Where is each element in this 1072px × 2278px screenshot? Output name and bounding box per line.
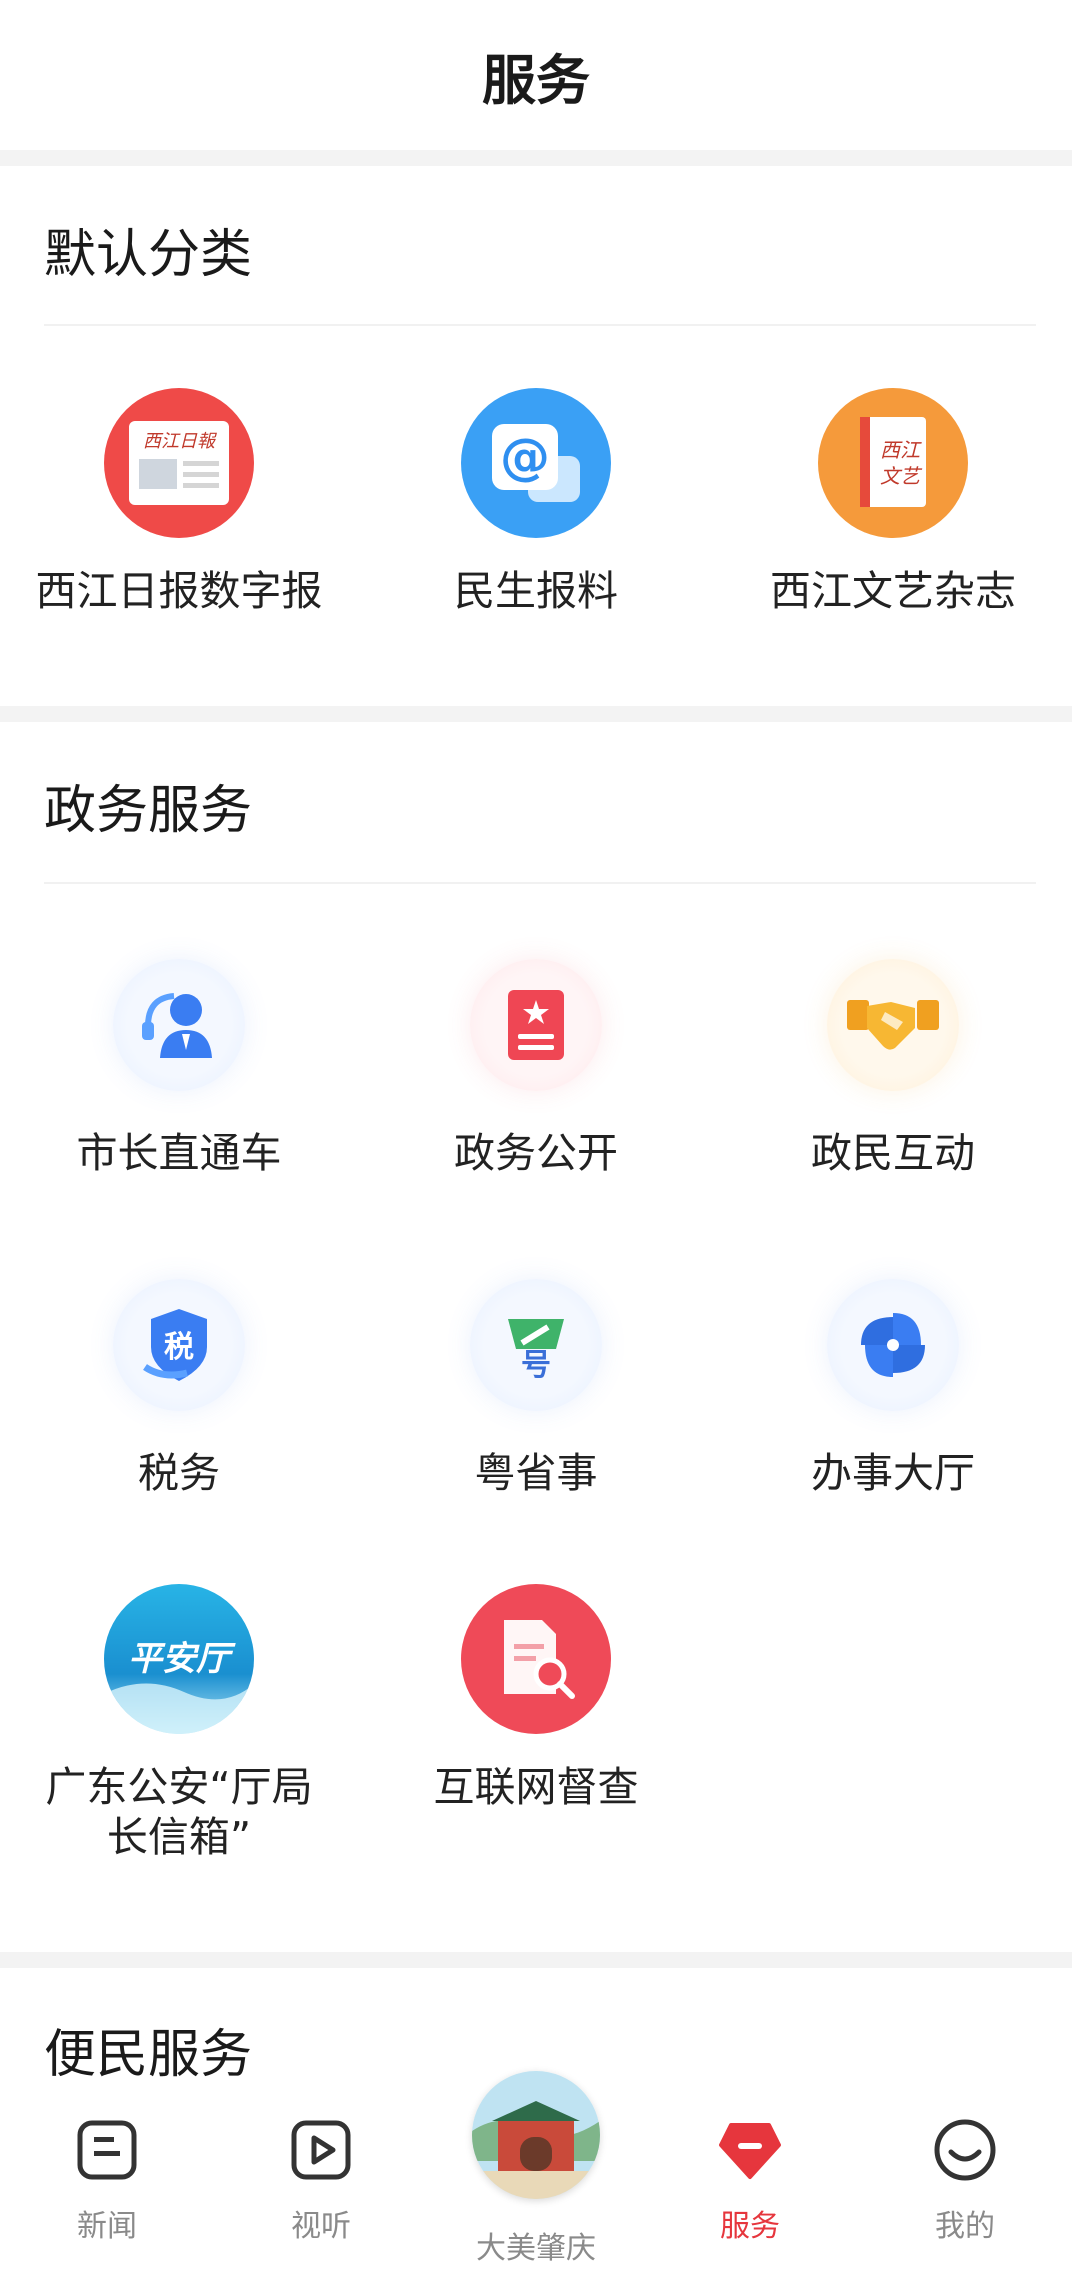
- service-label: 市长直通车: [76, 1129, 282, 1177]
- section-gap: [0, 706, 1072, 722]
- tax-shield-icon: 税: [104, 1270, 254, 1420]
- pingan-logo-text: 平安厅: [128, 1639, 236, 1679]
- svg-text:号: 号: [521, 1348, 551, 1381]
- service-service-hall[interactable]: 办事大厅: [714, 1270, 1072, 1498]
- service-gov-open[interactable]: 政务公开: [357, 950, 715, 1178]
- service-label: 办事大厅: [811, 1449, 975, 1497]
- tab-label: 大美肇庆: [476, 2231, 596, 2266]
- service-internet-supervision[interactable]: 互联网督查: [357, 1584, 715, 1812]
- magazine-logo-text: 西江: [880, 438, 922, 462]
- tab-label: 我的: [935, 2209, 995, 2244]
- newspaper-logo-text: 西江日報: [143, 431, 217, 452]
- newspaper-icon: 西江日報: [104, 388, 254, 538]
- service-minsheng-report[interactable]: @ 民生报料: [357, 388, 715, 616]
- document-star-icon: [461, 950, 611, 1100]
- tab-news[interactable]: 新闻: [0, 2085, 214, 2278]
- service-label: 西江文艺杂志: [770, 567, 1016, 615]
- service-mayor-hotline[interactable]: 市长直通车: [0, 950, 358, 1178]
- service-label: 粤省事: [474, 1449, 598, 1497]
- service-label: 互联网督查: [433, 1763, 639, 1811]
- section-title: 政务服务: [44, 781, 253, 841]
- tab-label: 视听: [291, 2209, 351, 2244]
- service-xijiang-magazine[interactable]: 西江 文艺 西江文艺杂志: [714, 388, 1072, 616]
- tab-mine[interactable]: 我的: [858, 2085, 1072, 2278]
- tab-label: 新闻: [77, 2209, 137, 2244]
- service-xijiang-daily[interactable]: 西江日報 西江日报数字报: [0, 388, 358, 616]
- tab-video[interactable]: 视听: [214, 2085, 428, 2278]
- pingan-hall-icon: 平安厅: [104, 1584, 254, 1734]
- section-gap: [0, 150, 1072, 166]
- tab-label: 服务: [720, 2209, 780, 2244]
- section-government-service: 政务服务 市长直通车 政务公开 政民互动 税 税务 号 粤省事 办事大厅 平安厅…: [0, 722, 1072, 1952]
- section-default-category: 默认分类 西江日報 西江日报数字报 @ 民生报料 西江 文艺 西江文艺杂志: [0, 166, 1072, 706]
- tab-service[interactable]: 服务: [643, 2085, 857, 2278]
- section-gap: [0, 1952, 1072, 1968]
- section-divider: [44, 324, 1036, 326]
- page-title: 服务: [482, 48, 590, 112]
- customer-service-icon: [104, 950, 254, 1100]
- service-label: 广东公安“厅局 长信箱”: [45, 1763, 313, 1861]
- pinwheel-icon: [818, 1270, 968, 1420]
- news-icon: [72, 2115, 142, 2185]
- service-label: 政务公开: [454, 1129, 618, 1177]
- at-mail-icon: @: [461, 388, 611, 538]
- section-convenience-service: 便民服务: [0, 1968, 1072, 2085]
- svg-text:文艺: 文艺: [880, 464, 923, 488]
- service-citizen-interaction[interactable]: 政民互动: [714, 950, 1072, 1178]
- section-title: 便民服务: [44, 2025, 253, 2085]
- service-tax[interactable]: 税 税务: [0, 1270, 358, 1498]
- yue-app-icon: 号: [461, 1270, 611, 1420]
- service-label: 民生报料: [454, 567, 618, 615]
- tab-zhaoqing[interactable]: 大美肇庆: [429, 2071, 643, 2278]
- service-label: 西江日报数字报: [35, 567, 323, 615]
- book-icon: 西江 文艺: [818, 388, 968, 538]
- play-icon: [286, 2115, 356, 2185]
- service-icon: [715, 2115, 785, 2185]
- smile-icon: [930, 2115, 1000, 2185]
- service-yueshengshi[interactable]: 号 粤省事: [357, 1270, 715, 1498]
- service-label: 政民互动: [811, 1129, 975, 1177]
- section-divider: [44, 882, 1036, 884]
- service-police-mailbox[interactable]: 平安厅 广东公安“厅局 长信箱”: [0, 1584, 358, 1862]
- bottom-tab-bar: 新闻 视听 大美肇庆 服务 我的: [0, 2071, 1072, 2278]
- city-gate-icon: [472, 2071, 600, 2199]
- svg-text:@: @: [500, 428, 550, 486]
- section-title: 默认分类: [44, 225, 253, 285]
- handshake-icon: [818, 950, 968, 1100]
- document-search-icon: [461, 1584, 611, 1734]
- page-header: 服务: [0, 0, 1072, 150]
- service-label: 税务: [138, 1449, 220, 1497]
- svg-text:税: 税: [164, 1330, 194, 1365]
